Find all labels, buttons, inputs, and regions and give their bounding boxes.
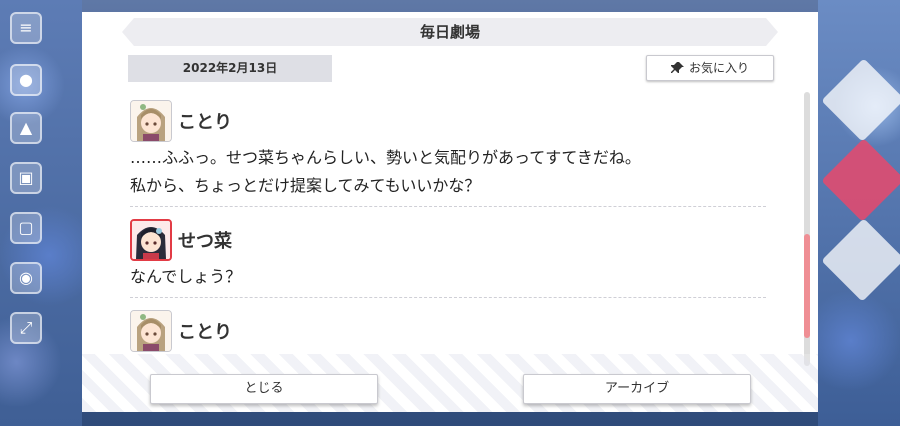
background-left-panel: ≡ ● ▲ ▣ ▢ ◉ ⤢ <box>0 0 82 426</box>
background-right-panel <box>818 0 900 426</box>
speaker-name: せつ菜 <box>178 231 232 252</box>
message-item: せつ菜 なんでしょう？ <box>128 219 768 298</box>
pin-icon <box>670 62 684 73</box>
speaker-row: ことり <box>128 310 768 354</box>
menu-icon[interactable]: ≡ <box>10 12 42 44</box>
scrollbar-thumb[interactable] <box>804 234 810 338</box>
title-bar: 毎日劇場 <box>122 18 778 46</box>
favorite-label: お気に入り <box>688 61 749 75</box>
chat-icon[interactable]: ● <box>10 64 42 96</box>
daily-theater-modal: 毎日劇場 2022年2月13日 お気に入り ことり ……ふふっ。せつ菜ちゃんらし… <box>82 12 818 412</box>
message-item: ことり ……ふふっ。せつ菜ちゃんらしい、勢いと気配りがあってすてきだね。 私から… <box>128 100 768 207</box>
modal-title: 毎日劇場 <box>419 23 480 41</box>
setsuna-avatar-icon <box>130 219 172 261</box>
message-divider <box>130 297 766 298</box>
scrollbar[interactable] <box>804 92 810 366</box>
background-card <box>821 218 900 302</box>
date-label: 2022年2月13日 <box>128 55 332 82</box>
camera-icon[interactable]: ◉ <box>10 262 42 294</box>
kotori-avatar-icon <box>130 100 172 142</box>
speaker-name: ことり <box>178 322 232 343</box>
speaker-row: ことり <box>128 100 768 144</box>
background-card-pink <box>821 138 900 222</box>
background-card <box>821 58 900 142</box>
speaker-row: せつ菜 <box>128 219 768 263</box>
speaker-name: ことり <box>178 112 232 133</box>
fullscreen-icon[interactable]: ⤢ <box>10 312 42 344</box>
screen-icon[interactable]: ▢ <box>10 212 42 244</box>
kotori-avatar-icon <box>130 310 172 352</box>
gift-icon[interactable]: ▣ <box>10 162 42 194</box>
archive-button[interactable]: アーカイブ <box>523 374 751 404</box>
favorite-button[interactable]: お気に入り <box>646 55 774 81</box>
message-line: 私から、ちょっとだけ提案してみてもいいかな？ <box>130 176 481 195</box>
message-log[interactable]: ことり ……ふふっ。せつ菜ちゃんらしい、勢いと気配りがあってすてきだね。 私から… <box>128 100 768 368</box>
message-divider <box>130 206 766 207</box>
shop-icon[interactable]: ▲ <box>10 112 42 144</box>
message-item: ことり <box>128 310 768 354</box>
close-button[interactable]: とじる <box>150 374 378 404</box>
message-line: ……ふふっ。せつ菜ちゃんらしい、勢いと気配りがあってすてきだね。 <box>130 148 641 167</box>
message-line: なんでしょう？ <box>130 267 242 286</box>
